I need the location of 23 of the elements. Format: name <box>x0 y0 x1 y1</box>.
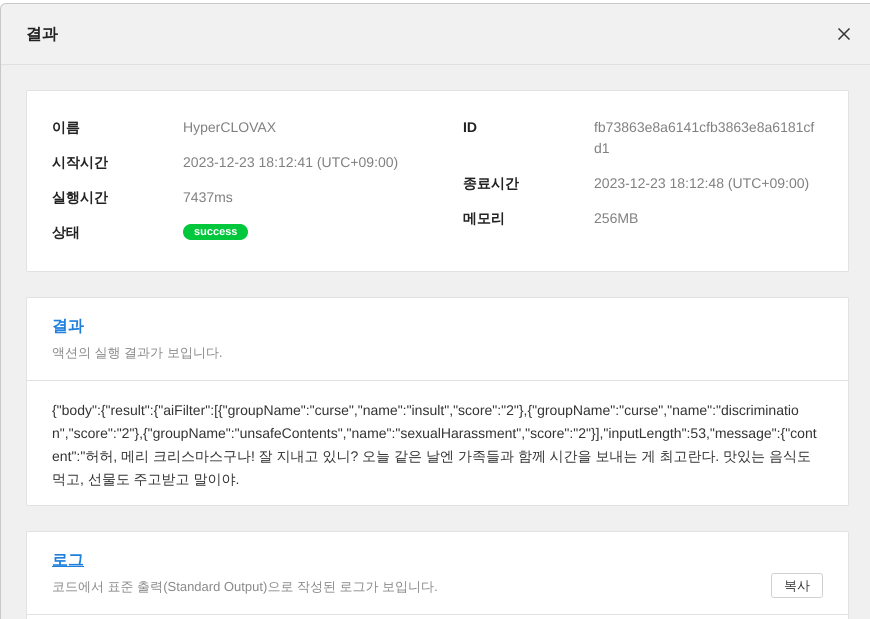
section-title[interactable]: 결과 <box>52 316 84 338</box>
field-label: ID <box>463 118 478 137</box>
field-label: 상태 <box>52 223 81 242</box>
section-description: 액션의 실행 결과가 보입니다. <box>52 344 222 362</box>
field-value: HyperCLOVAX <box>183 118 276 137</box>
dialog-title: 결과 <box>26 24 58 44</box>
result-output: {"body":{"result":{"aiFilter":[{"groupName":"curse","name":"insult","score":"2"},{"groupName":"curse","name":"discrimination","score":"2"},{"groupName":"unsafeContents","name":"sexualHarassment","score":"2"}],"inputLength":53,"message":{"content":"허허, 메리 크리스마스구나! 잘 지내고 있니? 오늘 같은 날엔 가족들과 함께 시간을 보내는 게 최고란다. 맛있는 음식도 먹고, 선물도 주고받고 말이야. <box>51 401 818 489</box>
copy-button[interactable]: 복사 <box>771 573 823 598</box>
field-value: 2023-12-23 18:12:41 (UTC+09:00) <box>183 153 398 172</box>
close-icon <box>838 28 850 40</box>
close-button[interactable] <box>838 28 850 40</box>
field-value: 7437ms <box>183 188 233 207</box>
field-label: 이름 <box>52 118 81 137</box>
section-title[interactable]: 로그 <box>52 550 84 572</box>
section-description: 코드에서 표준 출력(Standard Output)으로 작성된 로그가 보입니다. <box>52 578 438 596</box>
field-value: fb73863e8a6141cfb3863e8a6181cfd1 <box>594 118 816 158</box>
field-label: 종료시간 <box>463 174 520 193</box>
field-value: 2023-12-23 18:12:48 (UTC+09:00) <box>594 174 810 193</box>
field-label: 실행시간 <box>52 188 109 207</box>
status-badge: success <box>183 224 248 240</box>
field-label: 시작시간 <box>52 153 109 172</box>
field-value: 256MB <box>594 209 638 228</box>
field-label: 메모리 <box>463 209 506 228</box>
